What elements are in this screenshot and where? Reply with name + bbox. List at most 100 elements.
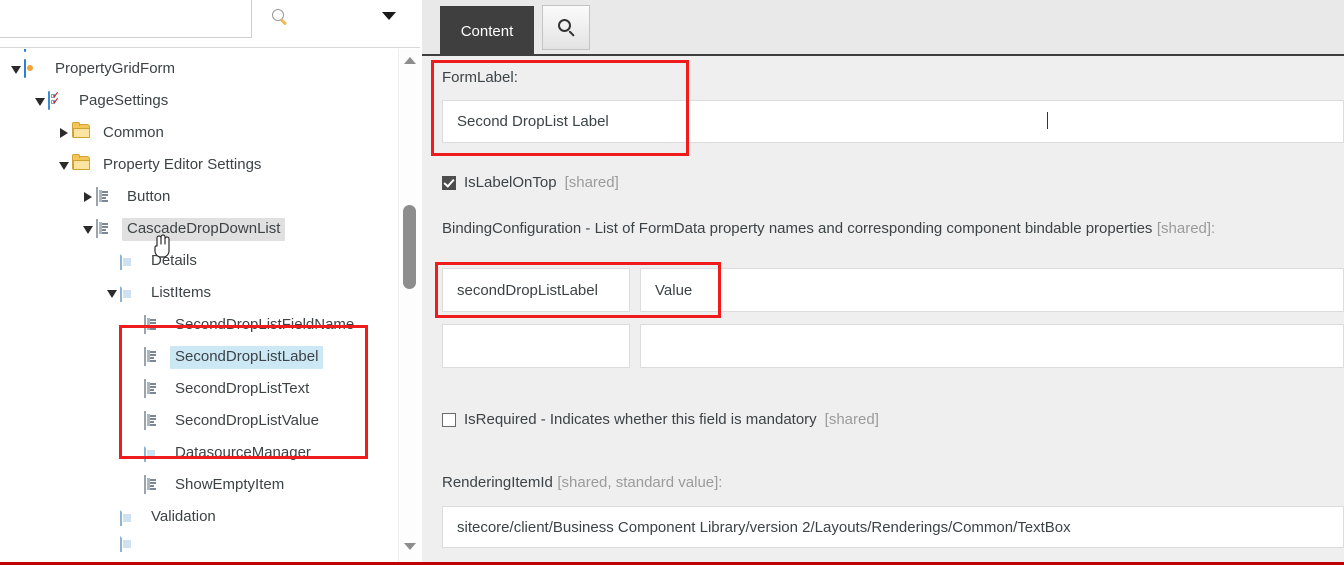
binding-row-1-value-input[interactable]: [640, 268, 1344, 312]
tree-item-validation[interactable]: Validation: [0, 501, 398, 533]
collapse-arrow-icon[interactable]: [32, 93, 48, 109]
tree-item-common[interactable]: Common: [0, 117, 398, 149]
magnifier-glyph: [271, 8, 287, 26]
chevron-down-icon[interactable]: [375, 2, 403, 30]
binding-row-1-name-input[interactable]: [442, 268, 630, 312]
scrollbar-thumb[interactable]: [403, 205, 416, 289]
is-label-on-top-checkbox[interactable]: [442, 175, 456, 190]
is-required-shared-tag: [shared]: [824, 411, 879, 428]
chevron-down-glyph: [382, 12, 396, 20]
doc-icon: [120, 283, 140, 302]
tree-twisty-placeholder: [128, 349, 144, 365]
field-icon: [144, 475, 164, 494]
tree-item-label: PropertyGridForm: [55, 59, 176, 77]
tree-item-label: ShowEmptyItem: [175, 475, 285, 493]
search-icon[interactable]: [263, 0, 295, 32]
tree-item-propertygridform[interactable]: PropertyGridForm: [0, 53, 398, 85]
tree-item-label: [146, 539, 156, 547]
form-icon: [24, 59, 44, 78]
collapse-arrow-icon[interactable]: [8, 61, 24, 77]
tree-twisty-placeholder: [8, 49, 24, 51]
tree-item-label: CascadeDropDownList: [122, 217, 286, 241]
rendering-item-id-shared-tag: [shared, standard value]:: [557, 474, 723, 491]
field-icon: [144, 411, 164, 430]
binding-row-2-name-input[interactable]: [442, 324, 630, 368]
tree-item-label: ListItems: [151, 283, 212, 301]
doc-icon: [144, 443, 164, 462]
collapse-arrow-icon[interactable]: [56, 157, 72, 173]
doc-icon: [120, 533, 140, 552]
tree-twisty-placeholder: [128, 317, 144, 333]
doc-icon: [120, 507, 140, 526]
binding-configuration-caption: BindingConfiguration - List of FormData …: [442, 220, 1215, 238]
property-grid-screen: PropertyGridForm ✓ ✓ PageSettings Common Prop…: [0, 0, 1344, 565]
rendering-item-id-label: RenderingItemId: [442, 474, 553, 491]
search-icon: [557, 19, 575, 37]
form-label-input[interactable]: [442, 100, 1344, 143]
folder-icon: [72, 154, 92, 174]
tree-item-label: Details: [151, 251, 197, 269]
tree-twisty-placeholder: [128, 477, 144, 493]
tree-item-label: DatasourceManager: [175, 443, 311, 461]
tree-twisty-placeholder: [128, 381, 144, 397]
tab-content[interactable]: Content: [440, 6, 534, 56]
tree-item-seconddroplisttext[interactable]: SecondDropListText: [0, 373, 398, 405]
editor-tabstrip: Content: [422, 0, 1344, 56]
tree-search-bar: [0, 0, 420, 48]
is-required-checkbox[interactable]: [442, 412, 456, 427]
rendering-item-id-input[interactable]: [442, 506, 1344, 548]
scroll-down-arrow[interactable]: [399, 537, 420, 555]
tree-item-label: PageSettings: [79, 91, 169, 109]
tree-item-label: SecondDropListValue: [175, 411, 319, 429]
tree-twisty-placeholder: [128, 413, 144, 429]
tree-item-pagesettings[interactable]: ✓ ✓ PageSettings: [0, 85, 398, 117]
editor-pane: Content FormLabel: IsLabelOnTop [shared]…: [422, 0, 1344, 565]
field-editor-form: FormLabel: IsLabelOnTop [shared] Binding…: [422, 56, 1344, 565]
tree-item-showemptyitem[interactable]: ShowEmptyItem: [0, 469, 398, 501]
tree-item-label: SecondDropListLabel: [170, 345, 324, 369]
collapse-arrow-icon[interactable]: [80, 221, 96, 237]
field-icon: [96, 187, 116, 206]
tree-item-details[interactable]: Details: [0, 245, 398, 277]
form-icon: [24, 49, 44, 52]
tree-item-datasourcemanager[interactable]: DatasourceManager: [0, 437, 398, 469]
binding-row-2-value-input[interactable]: [640, 324, 1344, 368]
tree-item-property-editor-settings[interactable]: Property Editor Settings: [0, 149, 398, 181]
rendering-item-id-caption: RenderingItemId [shared, standard value]…: [442, 474, 722, 492]
field-icon: [144, 347, 164, 366]
tree-item-seconddroplistvalue[interactable]: SecondDropListValue: [0, 405, 398, 437]
text-caret: [1047, 112, 1048, 129]
tree-vertical-scrollbar[interactable]: [398, 49, 420, 563]
form-label-caption: FormLabel:: [442, 69, 518, 86]
tab-search[interactable]: [542, 5, 590, 50]
checklist-icon: ✓ ✓: [48, 91, 68, 110]
tree-item-label: Property Editor Settings: [103, 155, 262, 173]
tree-item-label: SecondDropListText: [175, 379, 310, 397]
expand-arrow-icon[interactable]: [80, 189, 96, 205]
tree-item-label: Common: [103, 123, 164, 141]
tree-item-clipped-16[interactable]: [0, 533, 398, 553]
expand-arrow-icon[interactable]: [56, 125, 72, 141]
tree-item-cascadedropdownlist[interactable]: CascadeDropDownList: [0, 213, 398, 245]
doc-icon: [120, 251, 140, 270]
tree-item-seconddroplistlabel[interactable]: SecondDropListLabel: [0, 341, 398, 373]
scroll-up-arrow[interactable]: [399, 51, 420, 69]
content-tree[interactable]: PropertyGridForm ✓ ✓ PageSettings Common Prop…: [0, 49, 398, 563]
folder-icon: [72, 122, 92, 142]
binding-configuration-shared-tag: [shared]:: [1156, 220, 1216, 237]
tree-item-button[interactable]: Button: [0, 181, 398, 213]
field-icon: [144, 315, 164, 334]
tree-item-listitems[interactable]: ListItems: [0, 277, 398, 309]
search-input[interactable]: [0, 0, 252, 38]
tree-item-label: Validation: [151, 507, 216, 525]
tree-item-seconddroplistfieldname[interactable]: SecondDropListFieldName: [0, 309, 398, 341]
field-icon: [96, 219, 116, 238]
binding-configuration-label: BindingConfiguration - List of FormData …: [442, 220, 1153, 237]
is-required-label: IsRequired - Indicates whether this fiel…: [464, 411, 817, 428]
is-required-row: IsRequired - Indicates whether this fiel…: [442, 411, 879, 428]
is-label-on-top-row: IsLabelOnTop [shared]: [442, 174, 619, 191]
is-label-on-top-shared-tag: [shared]: [564, 174, 619, 191]
tree-item-label: SecondDropListFieldName: [175, 315, 355, 333]
tree-item-label: Button: [127, 187, 171, 205]
tree-pane: PropertyGridForm ✓ ✓ PageSettings Common Prop…: [0, 0, 420, 565]
